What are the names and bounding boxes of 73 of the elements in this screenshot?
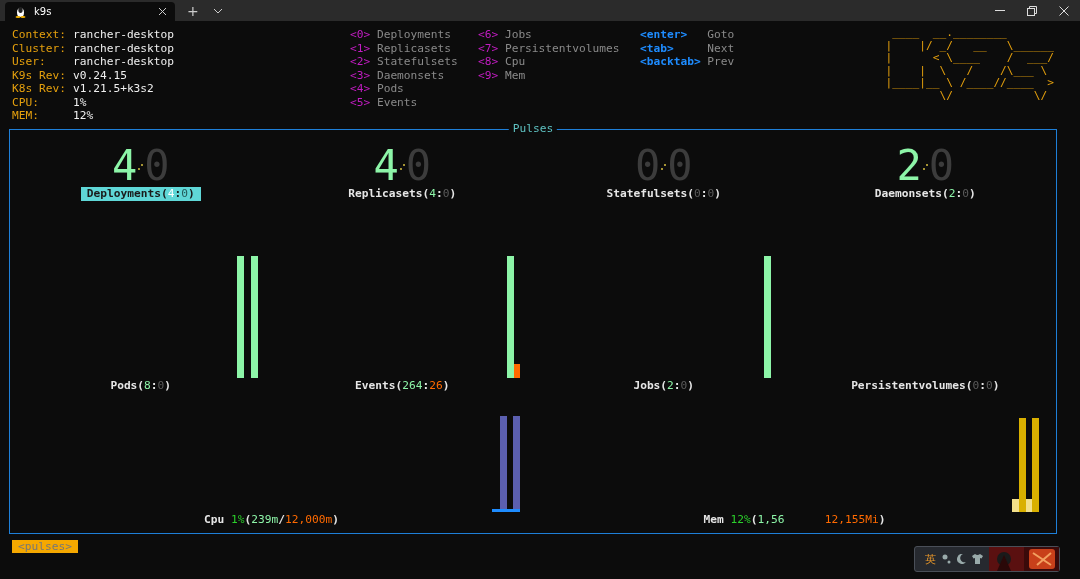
info-label: K9s Rev: bbox=[12, 68, 67, 82]
terminal-tab[interactable]: k9s bbox=[5, 2, 175, 21]
chart-label: Persistentvolumes(0:0) bbox=[850, 379, 1001, 393]
shirt-icon bbox=[972, 554, 983, 564]
info-value: rancher-desktop bbox=[73, 55, 176, 69]
new-tab-button[interactable]: + bbox=[187, 2, 199, 19]
hotkey: <9> bbox=[478, 68, 499, 82]
colon-dots-icon bbox=[138, 162, 144, 170]
hotkey-label: Events bbox=[376, 95, 419, 109]
hotkey: <backtab> bbox=[640, 55, 701, 69]
chart-label: Pods(8:0) bbox=[109, 379, 173, 393]
big-digit: 4 bbox=[373, 146, 399, 186]
penguin-icon bbox=[15, 5, 26, 18]
hotkey: <3> bbox=[350, 68, 371, 82]
hotkey: <enter> bbox=[640, 28, 689, 42]
hotkey-label: Persistentvolumes bbox=[504, 41, 621, 55]
info-value: v0.24.15 bbox=[73, 68, 128, 82]
hotkey: <0> bbox=[350, 28, 371, 42]
info-label: Cluster: bbox=[12, 41, 67, 55]
info-label: CPU: bbox=[12, 95, 40, 109]
tab-title: k9s bbox=[34, 6, 53, 17]
big-digit: 4 bbox=[111, 146, 138, 186]
ime-toolbar[interactable]: 英 bbox=[914, 546, 1060, 572]
minimize-icon[interactable] bbox=[995, 9, 1005, 12]
counter-label[interactable]: Deployments(4:0) bbox=[80, 187, 201, 201]
ime-mode-label: 英 bbox=[925, 551, 936, 567]
hotkey-label: Next bbox=[707, 41, 736, 55]
info-label: K8s Rev: bbox=[12, 82, 67, 96]
info-value: 12% bbox=[73, 109, 95, 123]
big-digit: 2 bbox=[896, 146, 922, 186]
ascii-logo: ____ __.________ | |/ _/ __ \______ | < \____ / ___/ | | \ / /\___ \ |____|__ \ /____//____ > \/ \/ bbox=[885, 27, 1054, 104]
hotkey-label: Replicasets bbox=[376, 41, 452, 55]
punctuation-icon bbox=[942, 554, 951, 564]
counter-label[interactable]: Daemonsets(2:0) bbox=[868, 187, 982, 201]
close-icon[interactable] bbox=[1059, 5, 1069, 16]
counter-label[interactable]: Replicasets(4:0) bbox=[342, 187, 463, 201]
hotkey-label: Pods bbox=[376, 82, 405, 96]
info-label: User: bbox=[12, 55, 47, 69]
hotkey: <7> bbox=[478, 41, 499, 55]
dropdown-caret-icon[interactable] bbox=[212, 7, 223, 14]
hotkey-label: Statefulsets bbox=[376, 55, 459, 69]
hotkey: <4> bbox=[350, 82, 371, 96]
hotkey: <tab> bbox=[640, 41, 675, 55]
breadcrumb: <pulses> bbox=[12, 540, 78, 553]
close-tab-icon[interactable] bbox=[158, 7, 167, 16]
hotkey: <6> bbox=[478, 28, 499, 42]
hotkey-label: Prev bbox=[707, 55, 736, 69]
hotkey-label: Mem bbox=[504, 68, 527, 82]
chart-label: Events(264:26) bbox=[354, 379, 451, 393]
info-value: rancher-desktop bbox=[73, 41, 176, 55]
hotkey: <2> bbox=[350, 55, 371, 69]
hotkey-label: Cpu bbox=[504, 55, 527, 69]
hotkey-label: Deployments bbox=[376, 28, 452, 42]
hotkey: <1> bbox=[350, 41, 371, 55]
info-value: v1.21.5+k3s2 bbox=[73, 82, 155, 96]
hotkey-label: Goto bbox=[707, 28, 736, 42]
gauge-label: Cpu 1%(239m/12,000m) bbox=[203, 513, 340, 527]
restore-icon[interactable] bbox=[1027, 5, 1037, 16]
info-value: 1% bbox=[73, 95, 88, 109]
hotkey: <5> bbox=[350, 95, 371, 109]
moon-icon bbox=[957, 554, 966, 564]
gauge-label: Mem 12%(1,56 12,155Mi) bbox=[702, 513, 887, 527]
info-value: rancher-desktop bbox=[73, 28, 176, 42]
hotkey: <8> bbox=[478, 55, 499, 69]
hotkey-label: Jobs bbox=[504, 28, 533, 42]
colon-dots-icon bbox=[922, 162, 928, 170]
colon-dots-icon bbox=[661, 162, 667, 170]
counter-label[interactable]: Statefulsets(0:0) bbox=[600, 187, 728, 201]
hotkey-label: Daemonsets bbox=[376, 68, 446, 82]
chart-label: Jobs(2:0) bbox=[632, 379, 696, 393]
colon-dots-icon bbox=[399, 162, 405, 170]
info-label: MEM: bbox=[12, 109, 40, 123]
info-label: Context: bbox=[12, 28, 67, 42]
